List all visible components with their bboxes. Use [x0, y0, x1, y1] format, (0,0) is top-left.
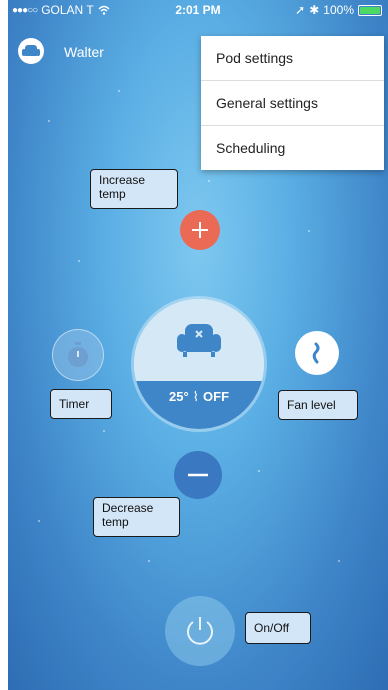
app-screen: ●●●○○ GOLAN T 2:01 PM ➚ ✱ 100% Walter Po… [8, 0, 388, 690]
device-icon-area [134, 299, 264, 381]
armchair-icon [22, 45, 40, 56]
status-bar: ●●●○○ GOLAN T 2:01 PM ➚ ✱ 100% [8, 0, 388, 20]
decrease-temp-button[interactable] [174, 451, 222, 499]
settings-menu: Pod settings General settings Scheduling [201, 36, 384, 170]
stopwatch-icon [68, 342, 88, 367]
menu-item-general-settings[interactable]: General settings [201, 81, 384, 126]
menu-item-pod-settings[interactable]: Pod settings [201, 36, 384, 81]
fan-level-icon [312, 342, 320, 364]
background-star [48, 120, 50, 122]
power-button[interactable] [165, 596, 235, 666]
background-star [338, 560, 340, 562]
user-avatar[interactable] [18, 38, 44, 64]
location-icon: ➚ [295, 3, 306, 17]
status-right-group: ➚ ✱ 100% [295, 3, 382, 17]
plus-icon [192, 222, 208, 238]
bluetooth-icon: ✱ [309, 3, 320, 17]
armchair-icon [177, 324, 221, 357]
fan-level-button[interactable] [295, 331, 339, 375]
decrease-temp-callout: Decrease temp [93, 497, 180, 537]
minus-icon [188, 473, 208, 477]
on-off-callout: On/Off [245, 612, 311, 644]
battery-icon [358, 4, 382, 16]
menu-item-scheduling[interactable]: Scheduling [201, 126, 384, 170]
battery-percent: 100% [323, 3, 354, 17]
fan-level-callout: Fan level [278, 390, 358, 420]
increase-temp-button[interactable] [180, 210, 220, 250]
user-name[interactable]: Walter [64, 44, 104, 60]
background-star [148, 560, 150, 562]
timer-button[interactable] [52, 329, 104, 381]
background-star [308, 230, 310, 232]
background-star [78, 260, 80, 262]
power-icon [187, 617, 213, 645]
background-star [118, 90, 120, 92]
background-star [208, 180, 210, 182]
device-status-bar: 25° ⌇ OFF [134, 381, 264, 429]
background-star [38, 520, 40, 522]
temperature-value: 25° [168, 389, 189, 404]
background-star [103, 430, 105, 432]
timer-callout: Timer [50, 389, 112, 419]
background-star [258, 470, 260, 472]
power-state: OFF [203, 389, 230, 404]
fan-level-icon: ⌇ [192, 389, 200, 404]
device-status-circle[interactable]: 25° ⌇ OFF [134, 299, 264, 429]
increase-temp-callout: Increase temp [90, 169, 178, 209]
